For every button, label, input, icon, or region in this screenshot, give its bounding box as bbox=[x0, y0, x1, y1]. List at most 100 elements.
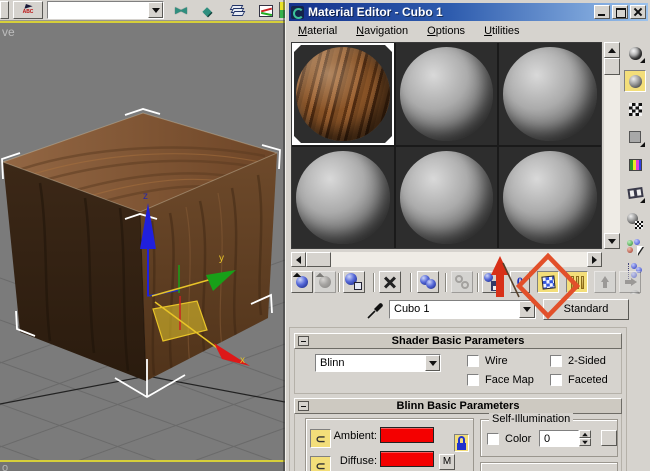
sample-slot-2[interactable] bbox=[395, 43, 498, 145]
viewport-scene: z y x bbox=[0, 108, 285, 460]
collapse-icon[interactable] bbox=[298, 336, 309, 346]
gray-material-sphere bbox=[503, 47, 597, 141]
slots-horizontal-scrollbar[interactable] bbox=[291, 252, 602, 267]
blinn-rollout-header[interactable]: Blinn Basic Parameters bbox=[294, 398, 622, 414]
diffuse-specular-lock-button[interactable]: ⊂ bbox=[310, 456, 331, 471]
material-editor-app-icon bbox=[291, 5, 304, 19]
pick-material-eyedropper-button[interactable] bbox=[366, 300, 386, 320]
menu-navigation[interactable]: Navigation bbox=[356, 25, 408, 37]
shader-rollout-header[interactable]: Shader Basic Parameters bbox=[294, 333, 622, 349]
self-illumination-spinner bbox=[579, 430, 591, 447]
abc-label: ABC bbox=[22, 9, 34, 15]
ambient-diffuse-padlock[interactable] bbox=[454, 434, 469, 452]
curve-editor-icon bbox=[259, 4, 273, 17]
scroll-left-button[interactable] bbox=[291, 252, 306, 267]
slots-vertical-scrollbar[interactable] bbox=[604, 42, 620, 249]
titlebar[interactable]: Material Editor - Cubo 1 bbox=[289, 3, 648, 21]
diffuse-color-swatch[interactable] bbox=[380, 451, 434, 467]
assign-material-to-selection-button[interactable] bbox=[343, 271, 365, 293]
close-button[interactable] bbox=[630, 5, 646, 19]
sample-type-button[interactable] bbox=[624, 42, 646, 64]
minimize-button[interactable] bbox=[594, 5, 610, 19]
sample-slot-6[interactable] bbox=[499, 146, 601, 248]
collapse-icon[interactable] bbox=[298, 401, 309, 411]
show-end-result-button[interactable] bbox=[566, 271, 588, 293]
viewport-label[interactable]: ve bbox=[2, 25, 15, 39]
two-sided-checkbox[interactable] bbox=[550, 355, 562, 367]
self-illumination-color-checkbox[interactable] bbox=[487, 433, 499, 445]
named-selection-dropdown[interactable] bbox=[47, 1, 164, 19]
sample-uv-tiling-button[interactable] bbox=[624, 126, 646, 148]
checker-cube-icon bbox=[540, 274, 556, 290]
self-illumination-value-field[interactable]: 0 bbox=[539, 430, 579, 447]
axis-y-label: y bbox=[219, 253, 224, 264]
get-material-button[interactable] bbox=[291, 271, 313, 293]
make-unique-button[interactable] bbox=[451, 271, 473, 293]
put-to-library-button[interactable] bbox=[482, 271, 504, 293]
put-material-to-scene-button[interactable] bbox=[314, 271, 336, 293]
viewport-perspective[interactable]: ve z y x bbox=[0, 21, 285, 462]
menu-options[interactable]: Options bbox=[427, 25, 465, 37]
material-name-dropdown[interactable]: Cubo 1 bbox=[389, 300, 536, 319]
horizontal-scroll-thumb[interactable] bbox=[306, 252, 331, 267]
flyout-icon bbox=[640, 198, 645, 203]
go-to-parent-button[interactable] bbox=[594, 271, 616, 293]
curve-editor-button[interactable] bbox=[255, 2, 277, 19]
make-preview-button[interactable] bbox=[624, 182, 646, 204]
self-illumination-color-label: Color bbox=[505, 433, 532, 445]
make-material-copy-button[interactable] bbox=[417, 271, 439, 293]
layer-manager-button[interactable] bbox=[226, 2, 248, 19]
viewport-secondary-strip[interactable]: o bbox=[0, 462, 285, 471]
chain-icon bbox=[455, 275, 469, 289]
material-id-channel-button[interactable]: 0 bbox=[510, 271, 530, 293]
scroll-up-button[interactable] bbox=[604, 42, 620, 58]
textured-cube[interactable] bbox=[1, 112, 279, 382]
material-editor-options-button[interactable] bbox=[624, 210, 646, 232]
cylinder-icon bbox=[570, 275, 584, 289]
reset-map-mtl-button[interactable] bbox=[379, 271, 401, 293]
diffuse-map-button[interactable]: M bbox=[439, 454, 455, 470]
scroll-down-button[interactable] bbox=[604, 233, 620, 249]
sample-slot-5[interactable] bbox=[395, 146, 498, 248]
wire-checkbox[interactable] bbox=[467, 355, 479, 367]
align-button[interactable]: ◆ bbox=[196, 2, 218, 19]
scroll-right-button[interactable] bbox=[587, 252, 602, 267]
spinner-down-button[interactable] bbox=[579, 438, 591, 446]
face-map-checkbox[interactable] bbox=[467, 374, 479, 386]
faceted-checkbox[interactable] bbox=[550, 374, 562, 386]
self-illumination-map-button[interactable] bbox=[601, 430, 617, 446]
material-name-value: Cubo 1 bbox=[394, 303, 430, 315]
sample-slot-4[interactable] bbox=[292, 146, 394, 248]
material-type-button[interactable]: Standard bbox=[543, 299, 629, 320]
menu-utilities[interactable]: Utilities bbox=[484, 25, 519, 37]
gray-material-sphere bbox=[399, 47, 494, 141]
video-color-check-button[interactable] bbox=[624, 154, 646, 176]
opacity-group-partial bbox=[480, 462, 618, 471]
gray-material-sphere bbox=[296, 150, 390, 244]
toolbar-partial-button[interactable] bbox=[0, 1, 9, 19]
backlight-button[interactable] bbox=[624, 70, 646, 92]
show-map-in-viewport-button[interactable] bbox=[537, 271, 559, 293]
ambient-color-swatch[interactable] bbox=[380, 427, 434, 443]
dropdown-arrow-icon[interactable] bbox=[148, 2, 163, 18]
background-button[interactable] bbox=[624, 98, 646, 120]
material-name-row: Cubo 1 Standard bbox=[286, 299, 650, 322]
go-forward-to-sibling-button[interactable] bbox=[619, 271, 641, 293]
mirror-button[interactable]: ▶◀ bbox=[169, 2, 191, 19]
vertical-scroll-thumb[interactable] bbox=[604, 58, 620, 75]
two-sided-label: 2-Sided bbox=[568, 355, 606, 367]
dropdown-arrow-icon[interactable] bbox=[425, 355, 440, 371]
sample-slot-1-active[interactable] bbox=[292, 43, 394, 145]
dropdown-arrow-icon[interactable] bbox=[519, 301, 535, 318]
select-object-button[interactable]: ABC bbox=[13, 1, 43, 19]
spinner-up-button[interactable] bbox=[579, 430, 591, 438]
ambient-diffuse-lock-button[interactable]: ⊂ bbox=[310, 429, 331, 448]
flyout-icon bbox=[640, 58, 645, 63]
maximize-button[interactable] bbox=[612, 5, 628, 19]
blinn-rollout-body: ⊂ ⊂ Ambient: Diffuse: M Self-Illuminatio… bbox=[294, 413, 622, 471]
sample-slot-3[interactable] bbox=[499, 43, 601, 145]
menu-material[interactable]: Material bbox=[298, 25, 337, 37]
shader-type-dropdown[interactable]: Blinn bbox=[315, 354, 441, 372]
select-by-material-button[interactable] bbox=[624, 236, 646, 258]
main-toolbar: ABC ▶◀ ◆ bbox=[0, 0, 285, 21]
